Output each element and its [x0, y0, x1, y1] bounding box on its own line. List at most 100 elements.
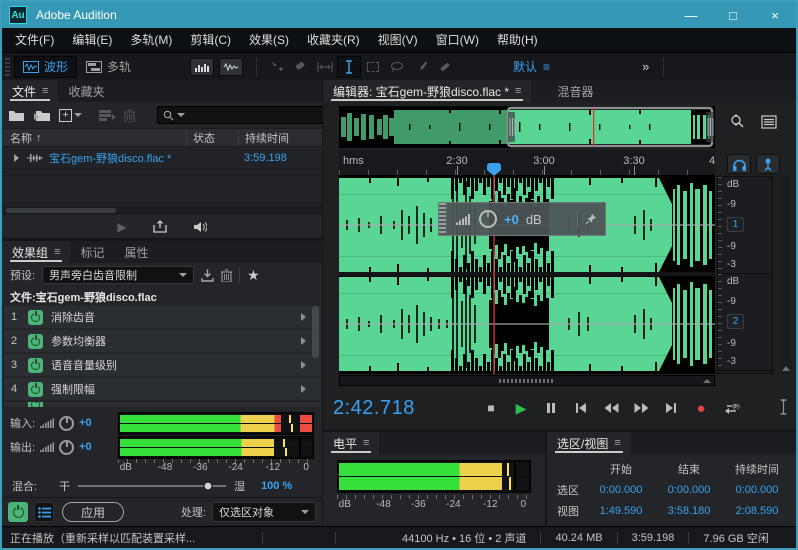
rack-power-toggle[interactable]: [8, 502, 28, 522]
selection-start[interactable]: 0:00.000: [587, 484, 655, 496]
tab-effects-rack[interactable]: 效果组 ≡: [2, 241, 70, 263]
menu-help[interactable]: 帮助(H): [488, 28, 547, 52]
hud-pin-icon[interactable]: [585, 213, 597, 225]
save-preset-button[interactable]: [201, 269, 214, 282]
slip-tool-button[interactable]: [313, 56, 337, 78]
apply-button[interactable]: 应用: [62, 502, 124, 522]
selection-end[interactable]: 0:00.000: [655, 484, 723, 496]
adjust-selection-button[interactable]: [779, 399, 788, 418]
loop-playback-button[interactable]: [153, 220, 167, 233]
tab-markers[interactable]: 标记: [70, 241, 114, 263]
effect-menu-icon[interactable]: [301, 337, 306, 345]
effects-scrollbar-thumb[interactable]: [312, 306, 319, 358]
input-gain-value[interactable]: +0: [79, 417, 92, 429]
stop-button[interactable]: ■: [481, 399, 501, 417]
hud-drag-handle[interactable]: [439, 203, 447, 235]
effect-slot-2[interactable]: 2 参数均衡器: [4, 330, 320, 352]
record-button[interactable]: ●: [691, 399, 711, 417]
delete-file-button[interactable]: [124, 109, 135, 122]
pause-button[interactable]: [541, 399, 561, 417]
toolbar-overflow-button[interactable]: »: [642, 59, 649, 74]
effect-power-toggle[interactable]: [28, 402, 43, 407]
paintbrush-tool-button[interactable]: [409, 56, 433, 78]
effect-menu-icon[interactable]: [301, 361, 306, 369]
mix-slider-handle[interactable]: [204, 481, 213, 490]
close-button[interactable]: ×: [754, 2, 796, 28]
channel-1-badge[interactable]: 1: [727, 217, 744, 232]
favorite-star-icon[interactable]: ★: [247, 267, 260, 284]
move-tool-button[interactable]: [265, 56, 289, 78]
skip-to-end-button[interactable]: [661, 399, 681, 417]
effect-power-toggle[interactable]: [28, 358, 43, 373]
effect-power-toggle[interactable]: [28, 382, 43, 397]
panel-menu-icon[interactable]: ≡: [363, 437, 369, 449]
effect-menu-icon[interactable]: [301, 313, 306, 321]
menu-view[interactable]: 视图(V): [369, 28, 427, 52]
tab-levels[interactable]: 电平 ≡: [323, 432, 379, 454]
hud-gain-value[interactable]: +0: [504, 212, 519, 227]
time-selection-tool-button[interactable]: [337, 56, 361, 78]
new-file-button[interactable]: +: [59, 109, 82, 122]
menu-favorites[interactable]: 收藏夹(R): [298, 28, 369, 52]
move-playhead-button[interactable]: [728, 400, 744, 416]
column-duration[interactable]: 持续时间: [238, 130, 322, 146]
headphones-monitor-button[interactable]: [727, 154, 751, 174]
menu-clip[interactable]: 剪辑(C): [181, 28, 240, 52]
output-gain-knob[interactable]: [59, 440, 74, 455]
effect-slot-1[interactable]: 1 消除齿音: [4, 306, 320, 328]
effect-power-toggle[interactable]: [28, 334, 43, 349]
spectral-display-button[interactable]: [190, 58, 214, 76]
time-display[interactable]: 2:42.718: [333, 397, 415, 420]
playhead-marker[interactable]: [487, 163, 501, 176]
lasso-selection-tool-button[interactable]: [385, 56, 409, 78]
channel-2-badge[interactable]: 2: [727, 314, 744, 329]
tab-editor[interactable]: 编辑器: 宝石gem-野狼disco.flac * ≡: [323, 80, 531, 102]
minimize-button[interactable]: —: [670, 2, 712, 28]
preview-volume-button[interactable]: [193, 221, 207, 233]
menu-edit[interactable]: 编辑(E): [63, 28, 121, 52]
maximize-button[interactable]: □: [712, 2, 754, 28]
zoom-reset-button[interactable]: [725, 112, 749, 132]
search-options-icon[interactable]: [177, 113, 185, 117]
effect-power-toggle[interactable]: [28, 310, 43, 325]
selection-duration[interactable]: 0:00.000: [723, 484, 791, 496]
waveform-view-button[interactable]: 波形: [14, 56, 77, 78]
panel-menu-icon[interactable]: ≡: [515, 85, 521, 97]
menu-effects[interactable]: 效果(S): [240, 28, 298, 52]
tab-properties[interactable]: 属性: [114, 241, 158, 263]
preset-select[interactable]: 男声旁白齿音限制: [42, 266, 194, 284]
file-search-box[interactable]: [157, 106, 336, 124]
input-gain-knob[interactable]: [59, 416, 74, 431]
pin-playhead-button[interactable]: [756, 154, 780, 174]
output-gain-value[interactable]: +0: [79, 441, 92, 453]
view-duration[interactable]: 2:08.590: [723, 505, 791, 517]
scrollbar-thumb[interactable]: [6, 208, 116, 213]
rewind-button[interactable]: [601, 399, 621, 417]
tab-files[interactable]: 文件 ≡: [2, 80, 58, 102]
editor-vscrollbar[interactable]: [781, 176, 791, 374]
spot-healing-brush-button[interactable]: [433, 56, 457, 78]
tab-selection-view[interactable]: 选区/视图 ≡: [547, 432, 631, 454]
waveform-display-button[interactable]: [219, 58, 243, 76]
skip-to-start-button[interactable]: [571, 399, 591, 417]
menu-file[interactable]: 文件(F): [6, 28, 63, 52]
effect-slot-4[interactable]: 4 强制限幅: [4, 378, 320, 400]
tab-favorites[interactable]: 收藏夹: [58, 80, 114, 102]
file-row[interactable]: 宝石gem-野狼disco.flac * 3:59.198: [2, 147, 322, 169]
timeline-ruler[interactable]: hms 2:30 3:00 3:30 4: [339, 150, 715, 176]
menu-window[interactable]: 窗口(W): [427, 28, 488, 52]
multitrack-view-button[interactable]: 多轨: [77, 56, 140, 78]
mix-slider[interactable]: [78, 485, 226, 487]
workspace-switcher[interactable]: 默认 ≡: [513, 58, 550, 75]
hud-volume-knob[interactable]: [479, 210, 497, 228]
panel-menu-icon[interactable]: ≡: [614, 437, 620, 449]
panel-menu-icon[interactable]: ≡: [42, 85, 48, 97]
effect-slot-5-partial[interactable]: [4, 402, 320, 407]
effect-menu-icon[interactable]: [301, 385, 306, 393]
tab-mixer[interactable]: 混音器: [547, 80, 603, 102]
delete-preset-button[interactable]: [221, 269, 232, 282]
search-input[interactable]: [188, 109, 330, 121]
editor-options-button[interactable]: [757, 112, 781, 132]
volume-hud[interactable]: +0 dB: [438, 202, 606, 236]
mix-value[interactable]: 100 %: [261, 480, 292, 492]
